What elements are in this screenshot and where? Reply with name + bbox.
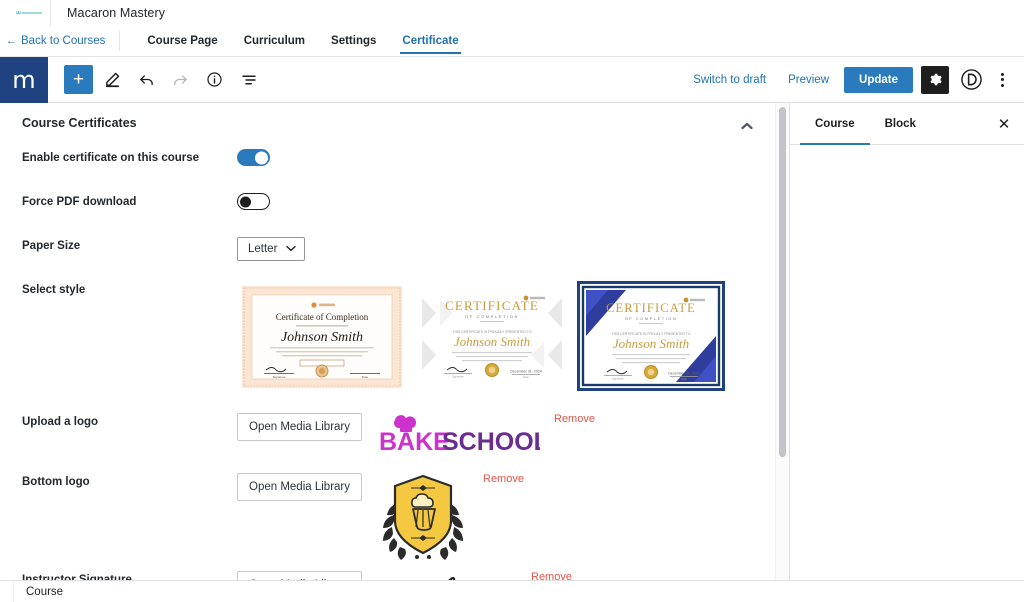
back-to-courses-link[interactable]: ← Back to Courses [0,26,119,56]
main-panel-scrollbar[interactable] [775,103,789,580]
certificate-style-gold-chevron[interactable]: CERTIFICATE OF COMPLETION THIS CERTIFICA… [421,281,563,386]
info-circle-icon[interactable] [200,65,229,94]
svg-text:Signature: Signature [273,375,286,379]
svg-text:December 31, 2024: December 31, 2024 [510,370,542,374]
svg-text:Johnson Smith: Johnson Smith [613,336,689,351]
sidebar-tab-course[interactable]: Course [800,103,870,145]
gear-icon[interactable] [921,65,949,94]
editor-toolbar: m + Switch to draft Preview Update [0,56,1024,103]
certificate-style-classic-ornate[interactable]: Certificate of Completion Johnson Smith [237,281,407,393]
wp-admin-bar: ᵚ Macaron Mastery [0,0,1024,26]
redo-arrow-icon[interactable] [166,65,195,94]
upload-logo-media-button[interactable]: Open Media Library [237,413,362,441]
pencil-icon[interactable] [98,65,127,94]
instructor-signature-remove-link[interactable]: Remove [531,571,572,580]
instructor-signature-label: Instructor Signature [22,574,132,580]
svg-text:OF COMPLETION: OF COMPLETION [625,316,678,321]
john-doe-signature-icon [448,576,456,580]
breadcrumb[interactable]: Course [14,586,63,598]
back-arrow-icon: ← [6,35,17,47]
preview-button[interactable]: Preview [777,74,840,86]
page-title: Course Certificates [22,116,137,130]
svg-text:Signature: Signature [452,375,464,379]
svg-text:CERTIFICATE: CERTIFICATE [445,298,539,313]
svg-text:Date: Date [523,375,529,379]
chevron-up-icon[interactable] [741,117,753,135]
force-pdf-toggle[interactable] [237,193,270,210]
row-paper-size: Paper Size Letter [0,237,775,261]
update-button[interactable]: Update [844,66,913,93]
svg-text:Date: Date [681,377,687,381]
scrollbar-thumb[interactable] [779,107,786,457]
tab-settings[interactable]: Settings [318,26,389,56]
list-view-icon[interactable] [234,65,263,94]
status-bar: Course [0,580,1024,602]
svg-text:BAKE: BAKE [379,428,450,455]
instructor-signature-preview [377,571,517,580]
masteriyo-logo[interactable]: m [0,56,48,103]
toolbar-right-group: Switch to draft Preview Update [682,65,1024,94]
row-instructor-signature: Instructor Signature Open Media Library [0,571,775,580]
bottom-logo-remove-link[interactable]: Remove [483,473,524,485]
svg-text:Signature: Signature [612,377,624,381]
add-block-button[interactable]: + [64,65,93,94]
svg-text:Johnson Smith: Johnson Smith [454,334,530,349]
tab-curriculum[interactable]: Curriculum [231,26,318,56]
site-title[interactable]: Macaron Mastery [51,6,165,20]
course-certificates-panel: Course Certificates Enable certificate o… [0,103,775,580]
circled-d-icon[interactable] [958,67,984,93]
upload-logo-remove-link[interactable]: Remove [554,413,595,425]
upload-logo-preview: BAKE SCHOOL [377,413,540,455]
svg-text:Johnson Smith: Johnson Smith [281,330,363,345]
paper-size-label: Paper Size [22,240,81,252]
svg-text:CERTIFICATE: CERTIFICATE [606,301,696,315]
bottom-logo-preview [377,473,469,561]
select-style-label: Select style [22,284,86,296]
upload-logo-label: Upload a logo [22,416,99,428]
bakeschool-logo-icon: BAKE SCHOOL [379,415,540,455]
sidebar-tabs: Course Block ✕ [790,103,1024,145]
undo-arrow-icon[interactable] [132,65,161,94]
row-force-pdf: Force PDF download [0,193,775,215]
tab-certificate[interactable]: Certificate [389,26,471,56]
course-nav-bar: ← Back to Courses Course Page Curriculum… [0,26,1024,57]
svg-text:OF COMPLETION: OF COMPLETION [465,314,519,319]
svg-text:Date: Date [362,375,369,379]
back-to-courses-label: Back to Courses [21,35,106,47]
cupcake-shield-badge-icon [383,474,463,560]
chevron-down-icon [286,244,297,254]
svg-text:December 31, 2024: December 31, 2024 [668,372,700,376]
switch-to-draft-button[interactable]: Switch to draft [682,74,777,86]
bottom-logo-media-button[interactable]: Open Media Library [237,473,362,501]
tab-course-page[interactable]: Course Page [134,26,230,56]
wordpress-logo-icon[interactable]: ᵚ [0,0,50,26]
row-select-style: Select style Certificate of Completion J… [0,281,775,393]
paper-size-value: Letter [248,243,278,255]
close-icon[interactable]: ✕ [984,103,1024,144]
app-window: ᵚ Macaron Mastery ← Back to Courses Cour… [0,0,1024,602]
enable-certificate-label: Enable certificate on this course [22,152,200,164]
bottom-logo-label: Bottom logo [22,476,90,488]
svg-text:Certificate of Completion: Certificate of Completion [276,312,369,322]
settings-sidebar: Course Block ✕ [789,103,1024,580]
course-tabs: Course Page Curriculum Settings Certific… [120,26,471,56]
certificate-style-navy-ribbon[interactable]: CERTIFICATE OF COMPLETION THIS CERTIFICA… [577,281,725,391]
paper-size-select[interactable]: Letter [237,237,306,261]
svg-text:SCHOOL: SCHOOL [442,428,540,455]
row-upload-logo: Upload a logo Open Media Library BAKE SC… [0,413,775,455]
certificate-style-options: Certificate of Completion Johnson Smith [237,281,725,393]
instructor-signature-media-button[interactable]: Open Media Library [237,571,362,580]
row-enable-certificate: Enable certificate on this course [0,149,775,171]
row-bottom-logo: Bottom logo Open Media Library Remove [0,473,775,561]
force-pdf-label: Force PDF download [22,196,137,208]
sidebar-tab-block[interactable]: Block [870,103,931,144]
toolbar-left-group: + [48,65,263,94]
status-bar-edge [0,580,14,602]
editor-body: Course Certificates Enable certificate o… [0,103,1024,580]
enable-certificate-toggle[interactable] [237,149,270,166]
kebab-menu-icon[interactable] [990,66,1014,94]
